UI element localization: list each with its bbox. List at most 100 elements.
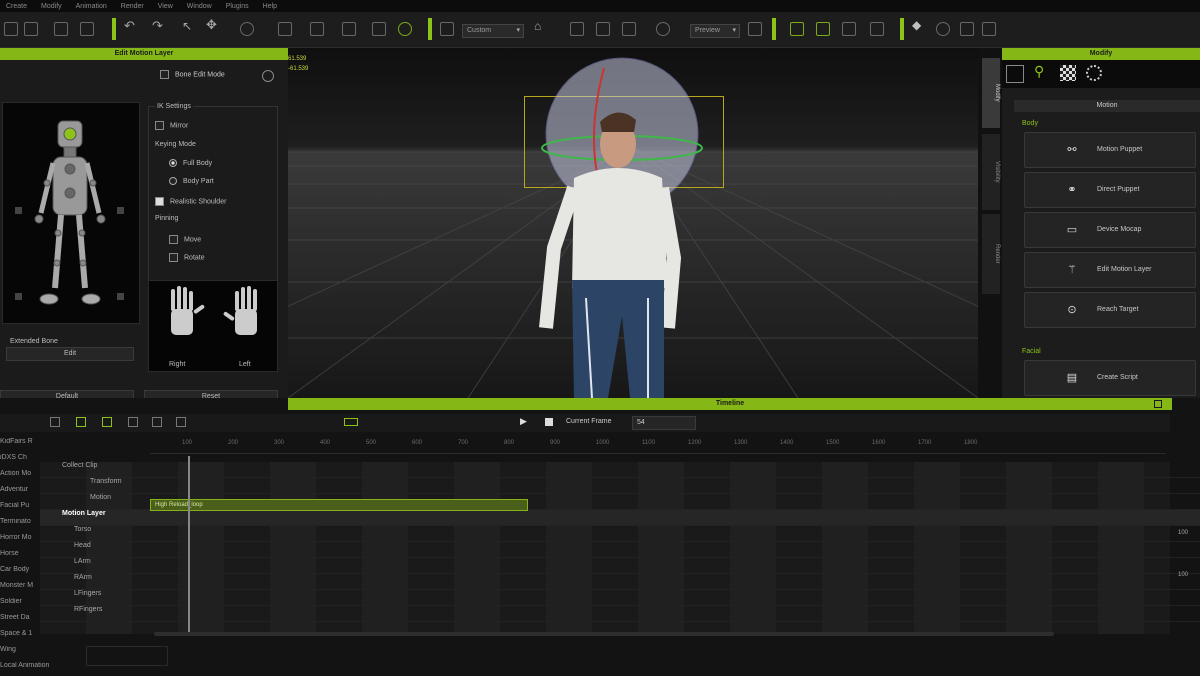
device-mocap-button[interactable]: ▭ Device Mocap <box>1024 212 1196 248</box>
frame-icon[interactable] <box>570 22 584 36</box>
track-row[interactable]: Motion Layer <box>40 510 1200 526</box>
undo-icon[interactable]: ↶ <box>124 18 138 33</box>
track-row[interactable]: LArm <box>40 558 1200 574</box>
track-row[interactable]: Head <box>40 542 1200 558</box>
layout-icon[interactable] <box>622 22 636 36</box>
menu-modify[interactable]: Modify <box>41 3 62 10</box>
tl-tool-icon[interactable] <box>152 417 162 427</box>
video-icon[interactable] <box>748 22 762 36</box>
flag-icon[interactable] <box>816 22 830 36</box>
sphere-icon[interactable] <box>656 22 670 36</box>
sliders-icon[interactable] <box>1006 65 1024 83</box>
pin-move-checkbox[interactable]: Move <box>169 235 201 244</box>
menu-plugins[interactable]: Plugins <box>226 3 249 10</box>
diamond-icon[interactable]: ◆ <box>912 18 926 32</box>
project-item[interactable]: Wing <box>0 646 40 653</box>
project-item[interactable]: Adventur <box>0 486 40 493</box>
track-row[interactable]: Collect Clip <box>40 462 1200 478</box>
hand-selector[interactable]: Right Left <box>148 280 278 372</box>
figure-icon[interactable]: ⚲ <box>1034 63 1044 80</box>
project-item[interactable]: Street Da <box>0 614 40 621</box>
full-body-radio[interactable]: Full Body <box>169 159 212 167</box>
camera2-icon[interactable] <box>982 22 996 36</box>
track-row[interactable]: RFingers <box>40 606 1200 622</box>
project-item[interactable]: Horror Mo <box>0 534 40 541</box>
track-row[interactable]: Torso <box>40 526 1200 542</box>
export-icon[interactable] <box>80 22 94 36</box>
realistic-shoulder-checkbox[interactable]: Realistic Shoulder <box>155 197 226 206</box>
eye-icon[interactable] <box>398 22 412 36</box>
project-item[interactable]: iDXS Ch <box>0 454 40 461</box>
current-frame-input[interactable]: 54 <box>632 416 696 430</box>
track-row[interactable]: RArm <box>40 574 1200 590</box>
playhead[interactable] <box>188 456 190 634</box>
script-icon[interactable] <box>842 22 856 36</box>
reach-target-button[interactable]: ⊙ Reach Target <box>1024 292 1196 328</box>
view-icon[interactable] <box>960 22 974 36</box>
tl-tool-icon[interactable] <box>176 417 186 427</box>
character-model[interactable] <box>288 48 978 398</box>
timeline-scrollbar[interactable] <box>154 632 1054 636</box>
mirror-checkbox[interactable]: Mirror <box>155 121 188 130</box>
grid-icon[interactable] <box>596 22 610 36</box>
tool-icon[interactable] <box>870 22 884 36</box>
play-icon[interactable]: ▶ <box>520 416 527 427</box>
body-part-selector[interactable] <box>2 102 140 324</box>
project-item[interactable]: Action Mo <box>0 470 40 477</box>
save-icon[interactable] <box>24 22 38 36</box>
extended-bone-edit-button[interactable]: Edit <box>6 347 134 361</box>
render-combo[interactable]: Preview <box>690 24 740 38</box>
direct-puppet-button[interactable]: ⚭ Direct Puppet <box>1024 172 1196 208</box>
timeline-close-icon[interactable] <box>1154 400 1162 408</box>
project-item[interactable]: Space & 1 <box>0 630 40 637</box>
body-part-radio[interactable]: Body Part <box>169 177 214 185</box>
frame-ruler[interactable] <box>150 434 1166 454</box>
redo-icon[interactable]: ↷ <box>152 18 166 33</box>
3d-viewport[interactable]: 61.539 -61.539 <box>288 48 978 398</box>
bone-edit-mode-checkbox[interactable]: Bone Edit Mode <box>160 70 225 79</box>
tl-clip-icon[interactable] <box>344 418 358 426</box>
menu-help[interactable]: Help <box>263 3 277 10</box>
drop-icon[interactable] <box>342 22 356 36</box>
zoom-icon[interactable] <box>936 22 950 36</box>
motion-clip[interactable]: High Reload_loop <box>150 499 528 511</box>
tab-modify[interactable]: Modify <box>982 58 1000 128</box>
pin-rotate-checkbox[interactable]: Rotate <box>169 253 205 262</box>
menu-view[interactable]: View <box>158 3 173 10</box>
import-icon[interactable] <box>54 22 68 36</box>
project-item[interactable]: KidFairs R <box>0 438 40 445</box>
project-item[interactable]: Car Body <box>0 566 40 573</box>
scale-icon[interactable] <box>278 22 292 36</box>
move-icon[interactable]: ✥ <box>206 17 220 32</box>
track-row[interactable]: Transform <box>40 478 1200 494</box>
pick-parent-icon[interactable] <box>310 22 324 36</box>
project-item[interactable]: Facial Pu <box>0 502 40 509</box>
preset-combo[interactable]: Custom <box>462 24 524 38</box>
project-item[interactable]: Horse <box>0 550 40 557</box>
track-row[interactable]: LFingers <box>40 590 1200 606</box>
particles-icon[interactable] <box>1086 65 1102 81</box>
tl-tool-icon[interactable] <box>76 417 86 427</box>
menu-window[interactable]: Window <box>187 3 212 10</box>
project-item[interactable]: Terminato <box>0 518 40 525</box>
create-script-button[interactable]: ▤ Create Script <box>1024 360 1196 396</box>
tl-tool-icon[interactable] <box>102 417 112 427</box>
camera-icon[interactable] <box>440 22 454 36</box>
track-area[interactable]: Collect Clip Transform Motion Motion Lay… <box>40 462 1200 634</box>
project-search[interactable] <box>86 646 168 666</box>
tl-tool-icon[interactable] <box>128 417 138 427</box>
project-item[interactable]: Soldier <box>0 598 40 605</box>
menu-animation[interactable]: Animation <box>76 3 107 10</box>
character-icon[interactable] <box>790 22 804 36</box>
project-item[interactable]: Local Animation <box>0 662 60 669</box>
tl-tool-icon[interactable] <box>50 417 60 427</box>
home-icon[interactable]: ⌂ <box>534 19 548 33</box>
menu-create[interactable]: Create <box>6 3 27 10</box>
edit-motion-layer-button[interactable]: ⚚ Edit Motion Layer <box>1024 252 1196 288</box>
select-arrow-icon[interactable]: ↖ <box>182 19 196 33</box>
rotate-icon[interactable] <box>240 22 254 36</box>
tab-visibility[interactable]: Visibility <box>982 134 1000 210</box>
tab-render[interactable]: Render <box>982 214 1000 294</box>
motion-puppet-button[interactable]: ⚯ Motion Puppet <box>1024 132 1196 168</box>
menu-render[interactable]: Render <box>121 3 144 10</box>
